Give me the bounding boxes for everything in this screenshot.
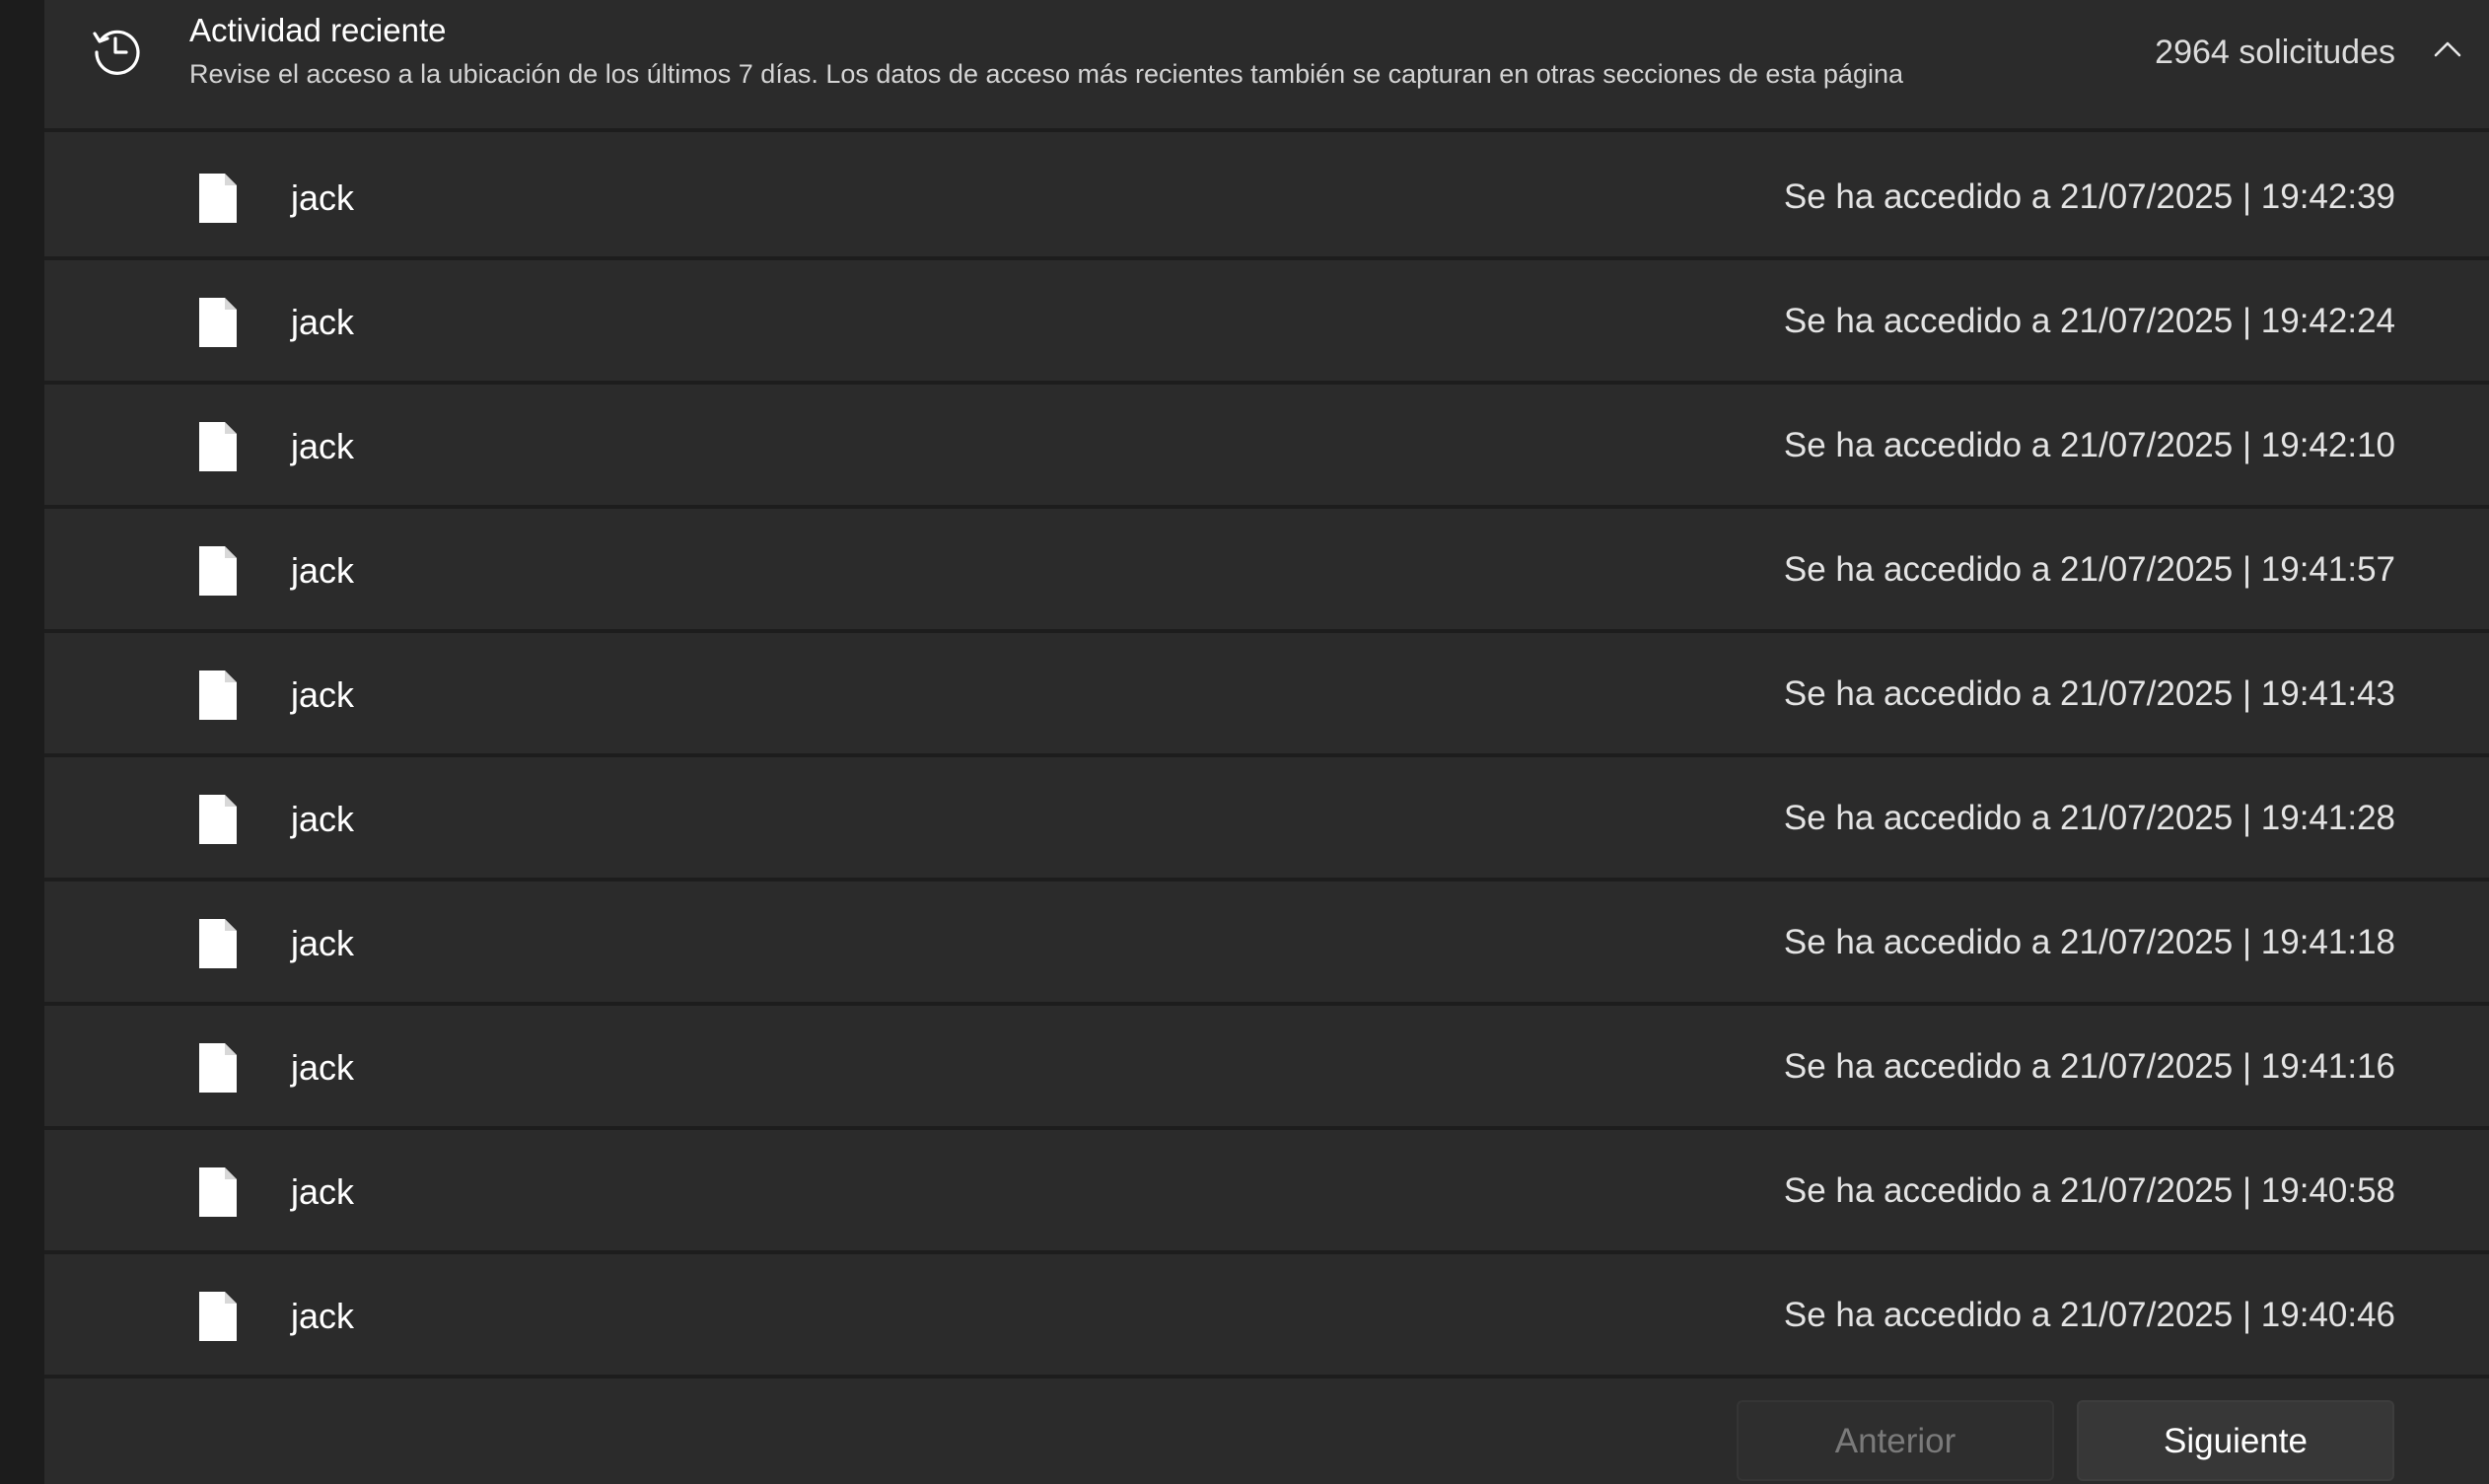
history-clock-icon [93,30,140,75]
app-name: jack [291,674,355,715]
file-icon [199,919,237,968]
app-name: jack [291,550,355,591]
list-item[interactable]: jack Se ha accedido a 21/07/2025 | 19:41… [44,633,2489,757]
access-timestamp: Se ha accedido a 21/07/2025 | 19:40:58 [1783,1171,2395,1210]
app-name: jack [291,799,355,839]
access-timestamp: Se ha accedido a 21/07/2025 | 19:40:46 [1783,1296,2395,1334]
activity-list: jack Se ha accedido a 21/07/2025 | 19:42… [44,136,2489,1378]
app-name: jack [291,1296,355,1336]
recent-activity-header[interactable]: Actividad reciente Revise el acceso a la… [44,0,2489,132]
file-icon [199,795,237,844]
left-edge-strip [0,0,44,1484]
access-timestamp: Se ha accedido a 21/07/2025 | 19:42:39 [1783,177,2395,216]
file-icon [199,1167,237,1217]
access-timestamp: Se ha accedido a 21/07/2025 | 19:41:57 [1783,550,2395,589]
recent-activity-panel: Actividad reciente Revise el acceso a la… [44,0,2489,1484]
file-icon [199,546,237,596]
file-icon [199,671,237,720]
list-item[interactable]: jack Se ha accedido a 21/07/2025 | 19:42… [44,385,2489,509]
pagination-bar: Anterior Siguiente [44,1378,2489,1484]
access-timestamp: Se ha accedido a 21/07/2025 | 19:42:10 [1783,426,2395,464]
app-name: jack [291,302,355,342]
access-timestamp: Se ha accedido a 21/07/2025 | 19:41:43 [1783,674,2395,713]
access-timestamp: Se ha accedido a 21/07/2025 | 19:41:16 [1783,1047,2395,1086]
list-item[interactable]: jack Se ha accedido a 21/07/2025 | 19:42… [44,260,2489,385]
list-item[interactable]: jack Se ha accedido a 21/07/2025 | 19:40… [44,1130,2489,1254]
access-timestamp: Se ha accedido a 21/07/2025 | 19:41:18 [1783,923,2395,961]
access-timestamp: Se ha accedido a 21/07/2025 | 19:42:24 [1783,302,2395,340]
file-icon [199,298,237,347]
app-name: jack [291,1047,355,1088]
file-icon [199,422,237,471]
section-title: Actividad reciente [189,12,447,48]
list-item[interactable]: jack Se ha accedido a 21/07/2025 | 19:42… [44,136,2489,260]
next-page-button[interactable]: Siguiente [2077,1400,2394,1481]
list-item[interactable]: jack Se ha accedido a 21/07/2025 | 19:41… [44,509,2489,633]
app-name: jack [291,177,355,218]
app-name: jack [291,923,355,963]
file-icon [199,174,237,223]
app-name: jack [291,1171,355,1212]
file-icon [199,1043,237,1093]
chevron-up-icon[interactable] [2428,30,2467,69]
previous-page-button[interactable]: Anterior [1737,1400,2054,1481]
request-count: 2964 solicitudes [2155,34,2395,71]
list-item[interactable]: jack Se ha accedido a 21/07/2025 | 19:41… [44,882,2489,1006]
app-name: jack [291,426,355,466]
section-description: Revise el acceso a la ubicación de los ú… [189,59,1903,89]
access-timestamp: Se ha accedido a 21/07/2025 | 19:41:28 [1783,799,2395,837]
list-item[interactable]: jack Se ha accedido a 21/07/2025 | 19:41… [44,1006,2489,1130]
list-item[interactable]: jack Se ha accedido a 21/07/2025 | 19:40… [44,1254,2489,1378]
list-item[interactable]: jack Se ha accedido a 21/07/2025 | 19:41… [44,757,2489,882]
file-icon [199,1292,237,1341]
